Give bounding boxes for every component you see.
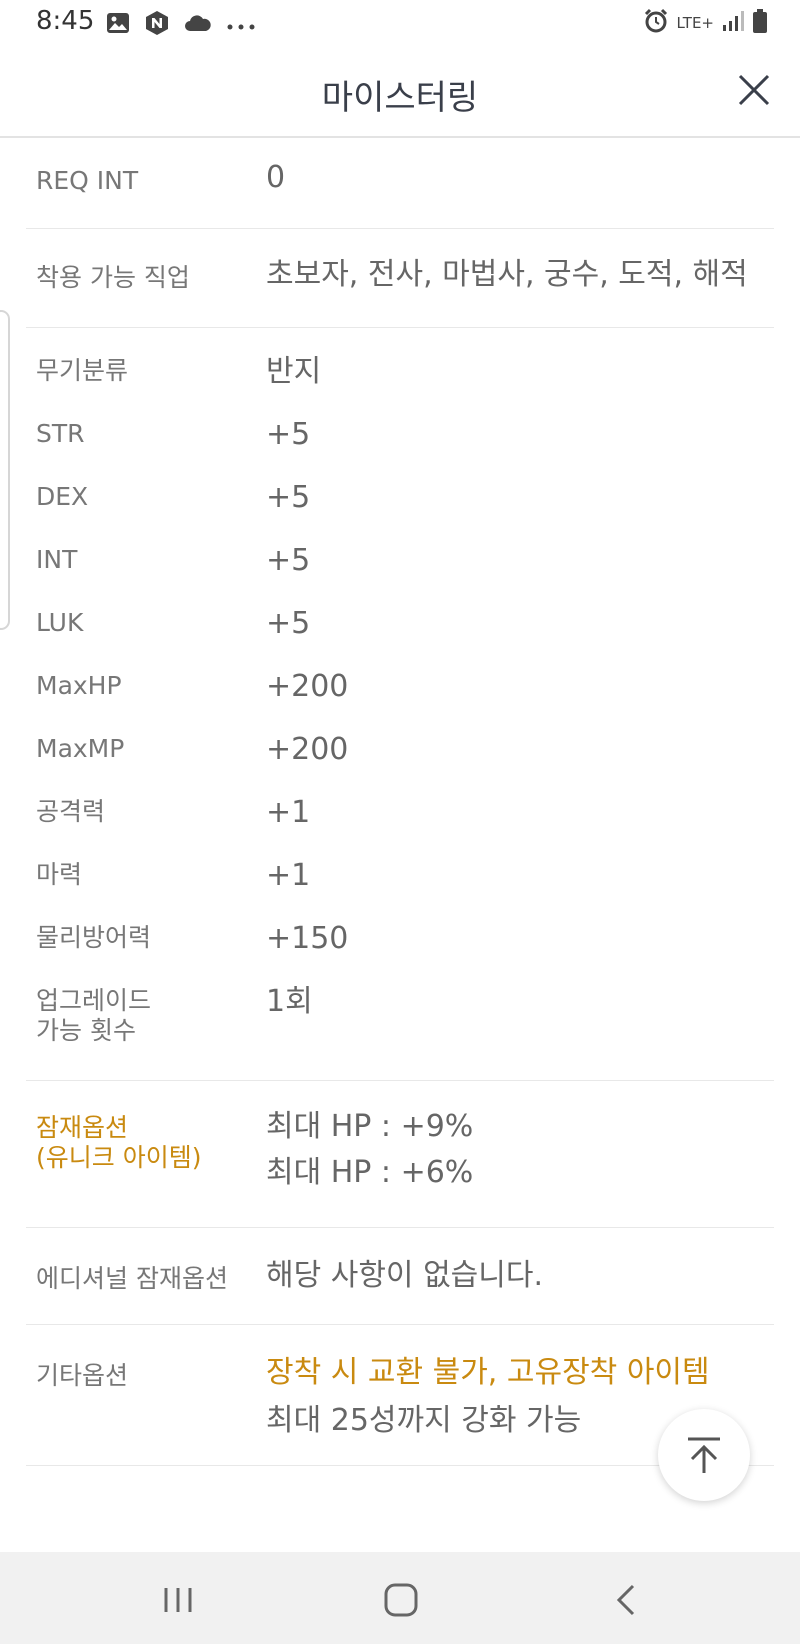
stat-value: +5 bbox=[266, 543, 311, 578]
potential-label-line1: 잠재옵션 bbox=[36, 1113, 129, 1142]
req-int-label: REQ INT bbox=[36, 166, 139, 195]
additional-row: 에디셔널 잠재옵션 해당 사항이 없습니다. bbox=[26, 1228, 774, 1325]
recent-apps-button[interactable] bbox=[154, 1578, 202, 1622]
status-bar: 8:45 LTE+ bbox=[0, 0, 800, 48]
potential-label: 잠재옵션 (유니크 아이템) bbox=[36, 1113, 201, 1173]
stat-value: +150 bbox=[266, 921, 349, 956]
upgrade-value: 1회 bbox=[266, 984, 313, 1019]
etc-value-highlight: 장착 시 교환 불가, 고유장착 아이템 bbox=[266, 1355, 710, 1390]
close-icon[interactable] bbox=[734, 70, 774, 110]
potential-value-2: 최대 HP : +6% bbox=[266, 1155, 474, 1190]
alarm-icon bbox=[643, 8, 669, 38]
stat-value: +5 bbox=[266, 480, 311, 515]
stat-value: +5 bbox=[266, 417, 311, 452]
req-int-row: REQ INT 0 bbox=[26, 138, 774, 229]
etc-label: 기타옵션 bbox=[36, 1361, 129, 1390]
cloud-icon bbox=[184, 14, 212, 36]
stat-value: 반지 bbox=[266, 354, 322, 389]
more-dots-icon bbox=[226, 16, 256, 35]
arrow-up-icon[interactable] bbox=[658, 1409, 750, 1501]
stat-label: 무기분류 bbox=[36, 356, 129, 385]
network-label: LTE+ bbox=[676, 14, 715, 32]
potential-label-line2: (유니크 아이템) bbox=[36, 1143, 202, 1172]
back-button[interactable] bbox=[603, 1578, 651, 1622]
battery-icon bbox=[752, 8, 768, 38]
potential-row: 잠재옵션 (유니크 아이템) 최대 HP : +9% 최대 HP : +6% bbox=[26, 1081, 774, 1228]
side-panel-handle[interactable] bbox=[0, 310, 10, 630]
stat-row: MaxMP +200 bbox=[26, 732, 774, 794]
close-button[interactable] bbox=[734, 70, 774, 110]
header: 마이스터링 bbox=[0, 48, 800, 138]
jobs-label: 착용 가능 직업 bbox=[36, 263, 190, 292]
recent-apps-icon[interactable] bbox=[154, 1578, 202, 1622]
additional-value: 해당 사항이 없습니다. bbox=[266, 1258, 544, 1293]
stat-label: 물리방어력 bbox=[36, 923, 152, 952]
item-detail-list: REQ INT 0 착용 가능 직업 초보자, 전사, 마법사, 궁수, 도적,… bbox=[26, 138, 774, 1466]
lte-icon: LTE+ bbox=[676, 14, 715, 32]
jobs-row: 착용 가능 직업 초보자, 전사, 마법사, 궁수, 도적, 해적 bbox=[26, 229, 774, 328]
stat-row: 공격력 +1 bbox=[26, 795, 774, 857]
stat-row: INT +5 bbox=[26, 543, 774, 605]
upgrade-label-line1: 업그레이드 bbox=[36, 986, 152, 1015]
status-left-icons bbox=[106, 10, 256, 40]
stats-section: 무기분류 반지 STR +5 DEX +5 INT +5 LUK +5 MaxH… bbox=[26, 328, 774, 1081]
stat-row: 물리방어력 +150 bbox=[26, 921, 774, 983]
etc-value: 최대 25성까지 강화 가능 bbox=[266, 1403, 582, 1438]
stat-label: INT bbox=[36, 545, 78, 574]
stat-label: LUK bbox=[36, 608, 84, 637]
status-time: 8:45 bbox=[36, 6, 95, 36]
stat-value: +1 bbox=[266, 858, 311, 893]
scroll-to-top-button[interactable] bbox=[658, 1409, 750, 1501]
jobs-value: 초보자, 전사, 마법사, 궁수, 도적, 해적 bbox=[266, 257, 748, 292]
stat-label: 공격력 bbox=[36, 797, 106, 826]
stat-row: STR +5 bbox=[26, 417, 774, 479]
stat-row: 무기분류 반지 bbox=[26, 354, 774, 416]
stat-label: MaxHP bbox=[36, 671, 122, 700]
upgrade-label-line2: 가능 횟수 bbox=[36, 1016, 136, 1045]
additional-label: 에디셔널 잠재옵션 bbox=[36, 1264, 228, 1293]
stat-row: 마력 +1 bbox=[26, 858, 774, 920]
req-int-value: 0 bbox=[266, 160, 286, 195]
image-icon bbox=[106, 12, 130, 38]
status-right-icons: LTE+ bbox=[643, 8, 769, 38]
stat-label: STR bbox=[36, 419, 85, 448]
signal-icon bbox=[722, 10, 744, 36]
stat-value: +1 bbox=[266, 795, 311, 830]
upgrade-label: 업그레이드 가능 횟수 bbox=[36, 986, 151, 1046]
back-icon[interactable] bbox=[603, 1578, 651, 1622]
upgrade-row: 업그레이드 가능 횟수 1회 bbox=[26, 984, 774, 1066]
home-button[interactable] bbox=[377, 1578, 425, 1622]
page-title: 마이스터링 bbox=[321, 78, 479, 118]
stat-row: LUK +5 bbox=[26, 606, 774, 668]
naver-icon bbox=[144, 10, 170, 40]
stat-label: DEX bbox=[36, 482, 89, 511]
system-nav-bar bbox=[0, 1552, 800, 1644]
stat-row: MaxHP +200 bbox=[26, 669, 774, 731]
stat-row: DEX +5 bbox=[26, 480, 774, 542]
stat-value: +5 bbox=[266, 606, 311, 641]
potential-value-1: 최대 HP : +9% bbox=[266, 1109, 474, 1144]
stat-value: +200 bbox=[266, 669, 349, 704]
stat-value: +200 bbox=[266, 732, 349, 767]
stat-label: MaxMP bbox=[36, 734, 125, 763]
home-icon[interactable] bbox=[377, 1578, 425, 1622]
stat-label: 마력 bbox=[36, 860, 83, 889]
